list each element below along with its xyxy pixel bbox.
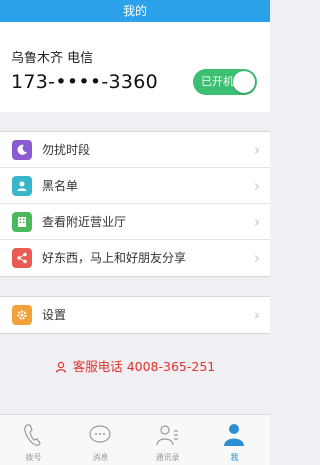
- phone-icon: [24, 424, 41, 446]
- menu-item-dnd[interactable]: 勿扰时段 ›: [0, 132, 270, 168]
- toggle-knob: [233, 71, 255, 93]
- tab-bar: 拨号 消息 通讯录 我: [0, 414, 270, 465]
- menu-item-nearby-hall[interactable]: 查看附近营业厅 ›: [0, 204, 270, 240]
- menu-item-label: 好东西，马上和好朋友分享: [42, 251, 187, 265]
- message-icon: [89, 425, 111, 443]
- chevron-right-icon: ›: [254, 141, 260, 159]
- hotline-text: 客服电话 4008-365-251: [72, 359, 216, 374]
- carrier-label: 乌鲁木齐 电信: [11, 51, 94, 66]
- tab-messages[interactable]: 消息: [67, 415, 134, 465]
- phone-number: 173-••••-3360: [11, 71, 159, 93]
- menu-item-label: 勿扰时段: [42, 143, 91, 157]
- service-person-icon: [55, 361, 66, 373]
- tab-me[interactable]: 我: [201, 415, 268, 465]
- tab-label: 我: [230, 453, 239, 462]
- customer-service-hotline[interactable]: 客服电话 4008-365-251: [0, 354, 270, 380]
- page-title: 我的: [0, 0, 270, 22]
- share-icon: [12, 248, 32, 268]
- tab-dialer[interactable]: 拨号: [0, 415, 67, 465]
- building-icon: [12, 212, 32, 232]
- chevron-right-icon: ›: [254, 177, 260, 195]
- account-card: 乌鲁木齐 电信 173-••••-3360 已开机: [0, 22, 270, 112]
- moon-icon: [12, 140, 32, 160]
- chevron-right-icon: ›: [254, 306, 260, 324]
- menu-group: 勿扰时段 › 黑名单 › 查看附近营业厅 › 好东西，马上和好朋友分享 ›: [0, 131, 270, 277]
- menu-item-label: 查看附近营业厅: [42, 215, 127, 229]
- tab-label: 拨号: [25, 453, 42, 462]
- menu-item-label: 设置: [42, 308, 67, 322]
- profile-icon: [224, 424, 244, 446]
- settings-group: 设置 ›: [0, 296, 270, 334]
- tab-label: 通讯录: [155, 453, 180, 462]
- power-toggle[interactable]: 已开机: [193, 69, 257, 95]
- chevron-right-icon: ›: [254, 213, 260, 231]
- menu-item-share[interactable]: 好东西，马上和好朋友分享 ›: [0, 240, 270, 276]
- power-toggle-label: 已开机: [201, 75, 234, 88]
- tab-contacts[interactable]: 通讯录: [134, 415, 201, 465]
- contacts-icon: [156, 425, 178, 446]
- blacklist-user-icon: [12, 176, 32, 196]
- tab-label: 消息: [92, 453, 109, 462]
- menu-item-settings[interactable]: 设置 ›: [0, 297, 270, 333]
- chevron-right-icon: ›: [254, 249, 260, 267]
- gear-icon: [12, 305, 32, 325]
- menu-item-label: 黑名单: [42, 179, 79, 193]
- menu-item-blacklist[interactable]: 黑名单 ›: [0, 168, 270, 204]
